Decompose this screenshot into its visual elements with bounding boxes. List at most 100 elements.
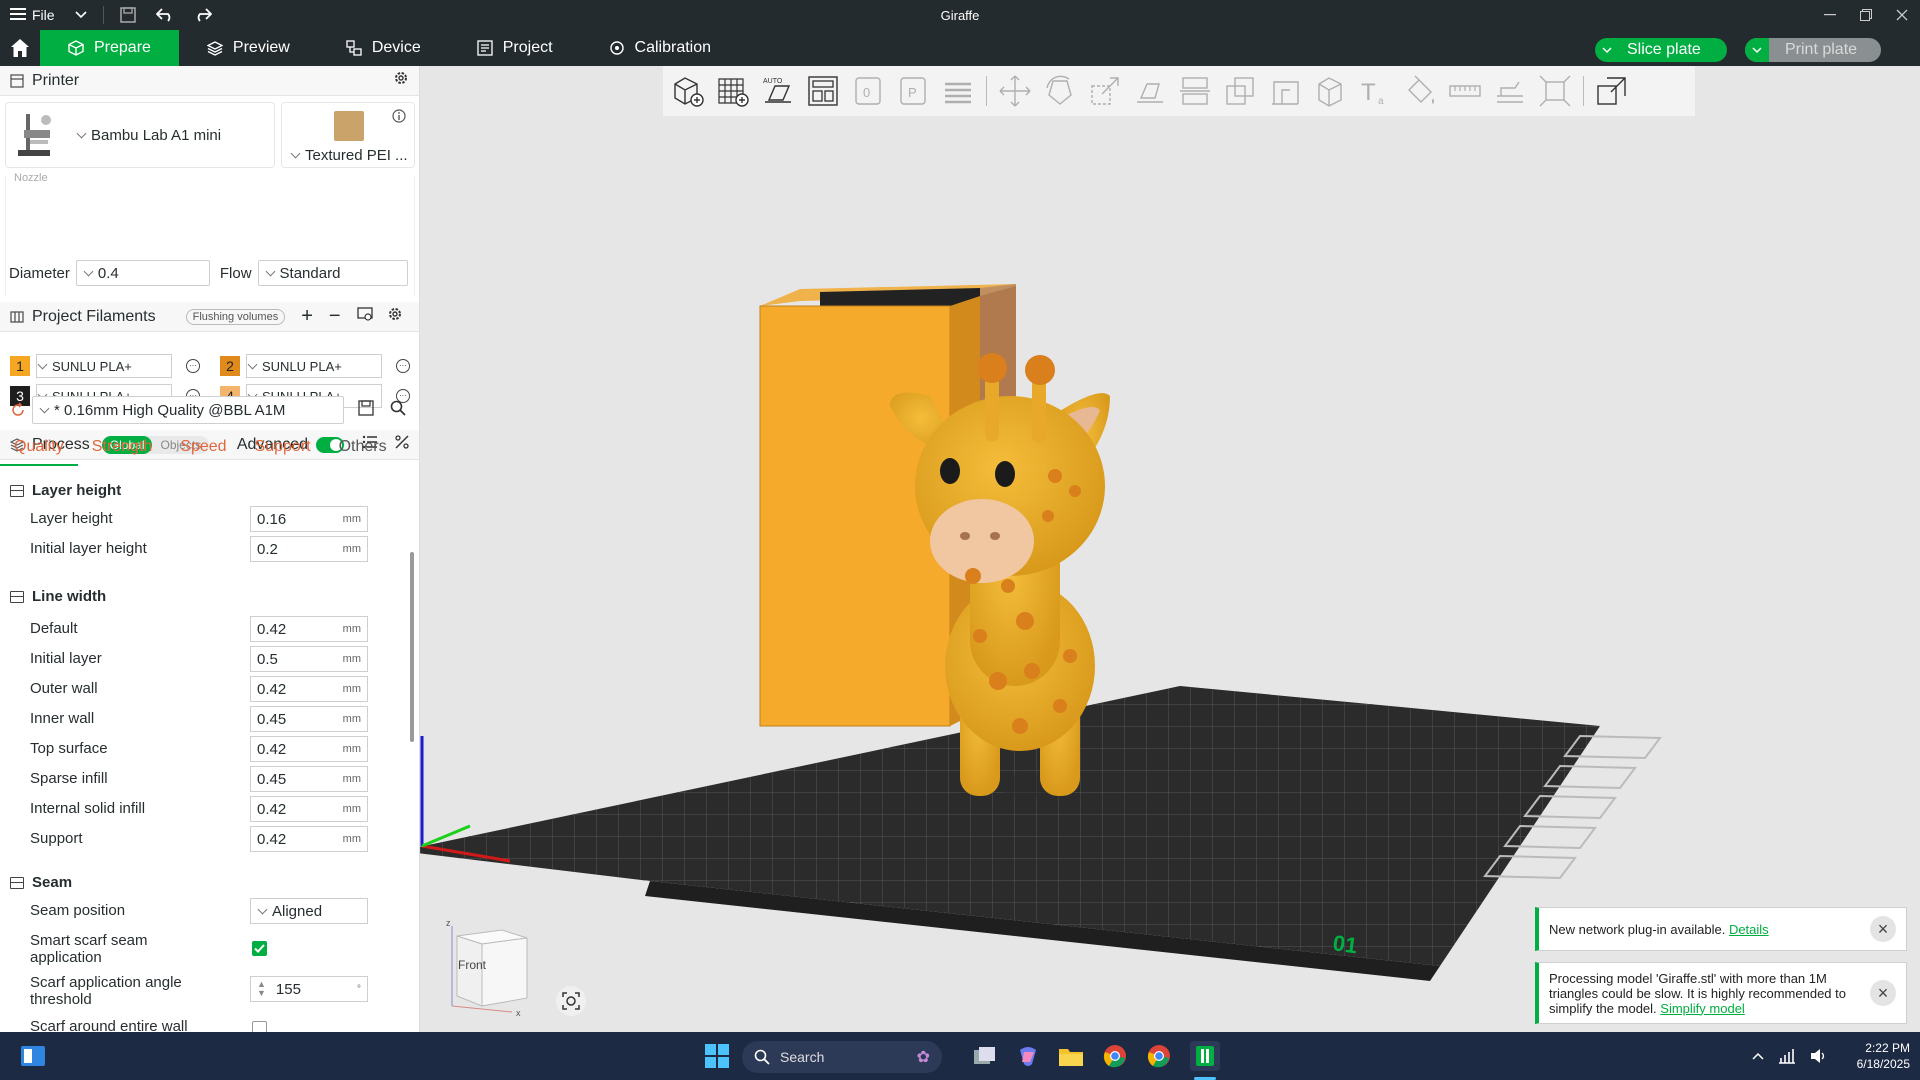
info-icon[interactable] (392, 109, 406, 123)
network-icon[interactable] (1778, 1048, 1796, 1064)
line-width-input[interactable]: 0.42 mm (250, 826, 368, 852)
line-width-value: 0.42 (257, 740, 287, 758)
file-menu[interactable]: File (0, 0, 65, 30)
filament-settings-button[interactable] (387, 306, 403, 327)
more-options-icon[interactable]: ··· (186, 359, 200, 373)
smart-scarf-label: Smart scarf seam application (30, 932, 148, 966)
search-settings-button[interactable] (390, 400, 406, 420)
file-dropdown-button[interactable] (65, 0, 97, 30)
diameter-select[interactable]: 0.4 (75, 260, 210, 286)
filament-number[interactable]: 1 (10, 356, 30, 376)
line-width-input[interactable]: 0.42 mm (250, 796, 368, 822)
smart-scarf-checkbox[interactable] (252, 941, 267, 956)
process-tabs: Quality Strength Speed Support Others (0, 438, 419, 466)
slice-dropdown[interactable] (1595, 38, 1619, 62)
camera-reset-button[interactable] (556, 986, 586, 1016)
tab-quality[interactable]: Quality (0, 438, 78, 466)
tab-preview[interactable]: Preview (179, 30, 318, 66)
view-cube[interactable]: z x Front (432, 916, 532, 1018)
3d-viewport[interactable]: AUTO 0 P Ta 01 z x Front New network plu… (420, 66, 1920, 1032)
print-dropdown[interactable] (1745, 38, 1769, 62)
chevron-up-icon[interactable] (1752, 1052, 1764, 1060)
bambu-studio-button[interactable] (1190, 1041, 1220, 1071)
filament-select[interactable]: SUNLU PLA+ (36, 354, 172, 378)
preset-select[interactable]: * 0.16mm High Quality @BBL A1M (32, 396, 344, 424)
scarf-angle-input[interactable]: ▲ ▼ 155 ° (250, 976, 368, 1002)
close-notification-button[interactable]: × (1870, 980, 1896, 1006)
more-options-icon[interactable]: ··· (396, 359, 410, 373)
minimize-icon (1824, 14, 1836, 16)
file-explorer-button[interactable] (1056, 1041, 1086, 1071)
undo-button[interactable] (146, 0, 184, 30)
close-notification-button[interactable]: × (1870, 916, 1896, 942)
flushing-volumes-button[interactable]: Flushing volumes (185, 308, 286, 325)
save-icon (358, 400, 374, 416)
chrome-profile-button[interactable] (1144, 1041, 1174, 1071)
clock[interactable]: 2:22 PM 6/18/2025 (1840, 1040, 1910, 1072)
tab-project-label: Project (502, 39, 553, 56)
line-width-icon (10, 590, 24, 603)
printer-settings-button[interactable] (393, 70, 409, 91)
chevron-down-icon (1752, 46, 1762, 53)
panel-scrollbar[interactable] (410, 552, 414, 742)
line-width-input[interactable]: 0.45 mm (250, 706, 368, 732)
reset-icon[interactable] (10, 402, 26, 418)
plate-selector[interactable]: Textured PEI ... (281, 102, 415, 168)
unit-label: mm (342, 543, 361, 555)
filaments-section-label: Project Filaments (32, 307, 156, 325)
chrome-icon (1103, 1045, 1126, 1068)
print-plate-button[interactable]: Print plate (1745, 38, 1881, 62)
details-link[interactable]: Details (1729, 922, 1769, 937)
line-width-input[interactable]: 0.42 mm (250, 616, 368, 642)
flow-select[interactable]: Standard (257, 260, 408, 286)
tab-speed[interactable]: Speed (166, 438, 240, 466)
tab-device[interactable]: Device (318, 30, 449, 66)
svg-text:x: x (516, 1008, 521, 1016)
tab-prepare-label: Prepare (94, 39, 151, 56)
save-button[interactable] (110, 0, 146, 30)
filament-select[interactable]: SUNLU PLA+ (246, 354, 382, 378)
tab-calibration[interactable]: Calibration (581, 30, 739, 66)
task-view-icon (974, 1047, 995, 1064)
tab-support[interactable]: Support (241, 438, 325, 466)
restore-button[interactable] (1848, 0, 1884, 30)
widgets-button[interactable] (18, 1041, 48, 1071)
close-window-button[interactable] (1884, 0, 1920, 30)
simplify-model-link[interactable]: Simplify model (1660, 1001, 1745, 1016)
remove-filament-button[interactable]: − (329, 305, 341, 328)
close-icon (1896, 9, 1908, 21)
redo-button[interactable] (184, 0, 222, 30)
seam-position-select[interactable]: Aligned (250, 898, 368, 924)
search-icon (754, 1049, 770, 1065)
scarf-around-checkbox[interactable] (252, 1021, 267, 1032)
save-preset-button[interactable] (358, 400, 374, 420)
line-width-input[interactable]: 0.5 mm (250, 646, 368, 672)
slice-plate-button[interactable]: Slice plate (1595, 38, 1727, 62)
minimize-button[interactable] (1812, 0, 1848, 30)
line-width-label: Top surface (30, 740, 108, 757)
stepper-icon[interactable]: ▲ ▼ (257, 980, 266, 998)
tab-prepare[interactable]: Prepare (40, 30, 179, 66)
task-view-button[interactable] (970, 1041, 1000, 1071)
line-width-input[interactable]: 0.42 mm (250, 736, 368, 762)
layer-height-input[interactable]: 0.16 mm (250, 506, 368, 532)
copilot-button[interactable] (1013, 1041, 1043, 1071)
tab-strength[interactable]: Strength (78, 438, 166, 466)
layer-height-group: Layer height (10, 482, 121, 499)
line-width-input[interactable]: 0.45 mm (250, 766, 368, 792)
filament-sync-button[interactable] (356, 307, 373, 326)
tab-project[interactable]: Project (449, 30, 581, 66)
add-filament-button[interactable]: + (301, 305, 313, 328)
line-width-input[interactable]: 0.42 mm (250, 676, 368, 702)
taskbar-search[interactable]: Search ✿ (742, 1041, 942, 1073)
home-button[interactable] (0, 30, 40, 66)
chrome-button[interactable] (1100, 1041, 1130, 1071)
line-width-value: 0.5 (257, 650, 278, 668)
volume-icon[interactable] (1810, 1048, 1828, 1064)
tab-others[interactable]: Others (325, 438, 401, 466)
filament-number[interactable]: 2 (220, 356, 240, 376)
start-button[interactable] (702, 1041, 732, 1071)
printer-selector[interactable]: Bambu Lab A1 mini (5, 102, 275, 168)
tab-device-label: Device (371, 39, 421, 56)
initial-layer-height-input[interactable]: 0.2 mm (250, 536, 368, 562)
